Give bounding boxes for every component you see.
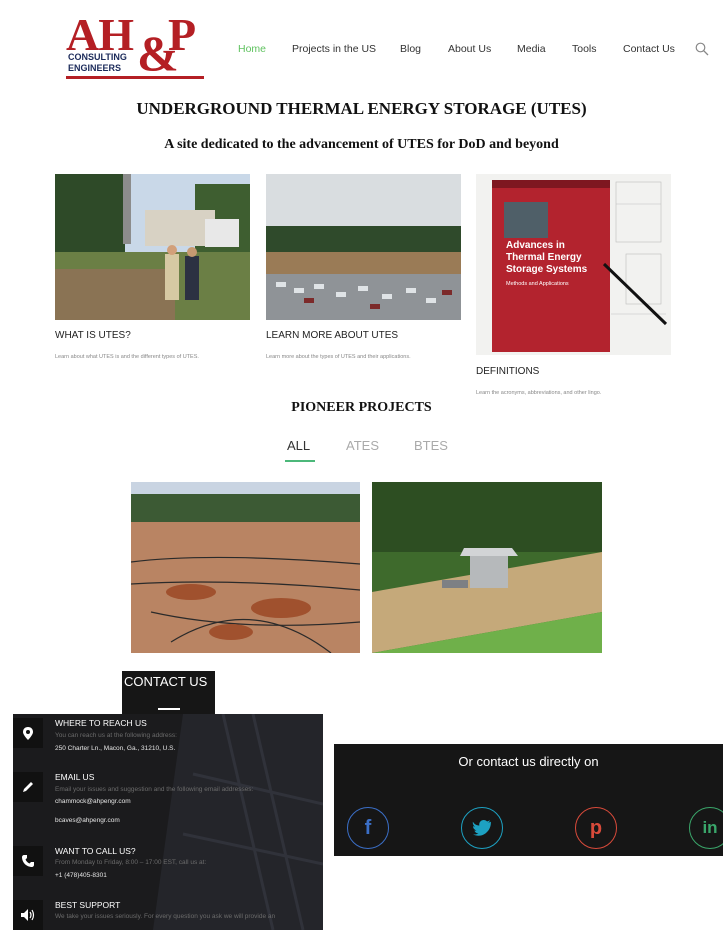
social-contact-box: Or contact us directly on f p in	[334, 744, 723, 856]
nav-projects-in-the-us[interactable]: Projects in the US	[292, 43, 376, 55]
logo-subtitle: CONSULTING ENGINEERS	[68, 52, 129, 74]
project-card[interactable]	[372, 482, 602, 653]
logo-letters-right: P	[168, 9, 196, 60]
facebook-icon[interactable]: f	[347, 807, 389, 849]
card-description: Learn the acronyms, abbreviations, and o…	[476, 390, 602, 396]
contact-us-tab[interactable]: CONTACT US	[122, 671, 215, 714]
page-title: UNDERGROUND THERMAL ENERGY STORAGE (UTES…	[136, 99, 587, 118]
logo-sub-line1: CONSULTING	[68, 52, 127, 62]
projects-title: PIONEER PROJECTS	[291, 400, 432, 415]
email-link[interactable]: chammock@ahpengr.com	[55, 798, 131, 805]
active-filter-underline	[285, 460, 315, 462]
card-description: Learn more about the types of UTES and t…	[266, 354, 411, 360]
logo-underline	[66, 76, 204, 79]
search-icon[interactable]	[695, 42, 709, 56]
email-link[interactable]: bcaves@ahpengr.com	[55, 817, 120, 824]
contact-row-address: WHERE TO REACH US You can reach us at th…	[13, 716, 323, 772]
book-title-line2: Thermal Energy	[506, 252, 582, 263]
project-card[interactable]	[131, 482, 360, 653]
nav-contact-us[interactable]: Contact Us	[623, 43, 675, 55]
twitter-icon[interactable]	[461, 807, 503, 849]
drilling-rig-photo[interactable]	[55, 174, 250, 320]
row-heading: BEST SUPPORT	[55, 900, 121, 910]
row-description: From Monday to Friday, 8:00 – 17:00 EST,…	[55, 859, 207, 866]
book-subtitle: Methods and Applications	[506, 281, 569, 287]
page-subtitle: A site dedicated to the advancement of U…	[164, 137, 559, 152]
card-description: Learn about what UTES is and the differe…	[55, 354, 199, 360]
contact-row-email: EMAIL US Email your issues and suggestio…	[13, 772, 323, 842]
filter-btes[interactable]: BTES	[414, 438, 448, 453]
row-heading: EMAIL US	[55, 772, 95, 782]
filter-ates[interactable]: ATES	[346, 438, 379, 453]
card-title[interactable]: WHAT IS UTES?	[55, 330, 131, 341]
pencil-icon	[13, 772, 43, 802]
nav-about-us[interactable]: About Us	[448, 43, 491, 55]
tab-underline	[158, 708, 180, 710]
nav-blog[interactable]: Blog	[400, 43, 421, 55]
card-what-is-utes[interactable]: WHAT IS UTES? Learn about what UTES is a…	[55, 174, 250, 374]
card-learn-more[interactable]: LEARN MORE ABOUT UTES Learn more about t…	[266, 174, 461, 374]
contact-row-support: BEST SUPPORT We take your issues serious…	[13, 900, 323, 930]
parking-lot-photo[interactable]	[266, 174, 461, 320]
speaker-icon	[13, 900, 43, 930]
map-pin-icon	[13, 718, 43, 748]
row-description: Email your issues and suggestion and the…	[55, 786, 254, 793]
logo-sub-line2: ENGINEERS	[68, 63, 122, 73]
book-photo[interactable]: Advances in Thermal Energy Storage Syste…	[476, 174, 671, 355]
facebook-glyph: f	[364, 816, 372, 839]
nav-home[interactable]: Home	[238, 43, 266, 55]
row-description: We take your issues seriously. For every…	[55, 913, 276, 920]
social-title: Or contact us directly on	[458, 754, 599, 769]
phone-icon	[13, 846, 43, 876]
filter-all[interactable]: ALL	[287, 438, 310, 453]
address-value: 250 Charter Ln., Macon, Ga., 31210, U.S.	[55, 745, 176, 752]
pinterest-glyph: p	[589, 816, 603, 839]
row-heading: WHERE TO REACH US	[55, 718, 147, 728]
field-station-photo	[372, 482, 602, 653]
nav-media[interactable]: Media	[517, 43, 546, 55]
card-title[interactable]: DEFINITIONS	[476, 366, 539, 377]
trenching-site-photo	[131, 482, 360, 653]
contact-panel: WHERE TO REACH US You can reach us at th…	[13, 714, 323, 930]
contact-tab-label: CONTACT US	[124, 674, 208, 689]
row-description: You can reach us at the following addres…	[55, 732, 177, 739]
logo[interactable]: AH & P CONSULTING ENGINEERS	[66, 9, 208, 81]
book-title-line3: Storage Systems	[506, 264, 588, 275]
pinterest-icon[interactable]: p	[575, 807, 617, 849]
row-heading: WANT TO CALL US?	[55, 846, 136, 856]
card-definitions[interactable]: Advances in Thermal Energy Storage Syste…	[476, 174, 671, 400]
phone-value[interactable]: +1 (478)405-8301	[55, 872, 107, 879]
linkedin-glyph: in	[702, 818, 718, 837]
nav-tools[interactable]: Tools	[572, 43, 597, 55]
book-title-line1: Advances in	[506, 240, 565, 251]
card-title[interactable]: LEARN MORE ABOUT UTES	[266, 330, 398, 341]
book-title: Advances in Thermal Energy Storage Syste…	[506, 240, 587, 290]
contact-row-phone: WANT TO CALL US? From Monday to Friday, …	[13, 844, 323, 898]
linkedin-icon[interactable]: in	[689, 807, 723, 849]
